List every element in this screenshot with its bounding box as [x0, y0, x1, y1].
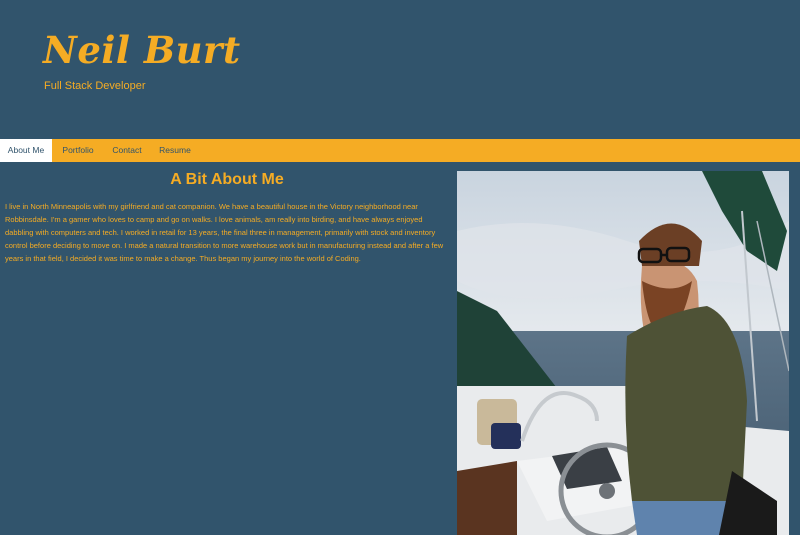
nav-resume[interactable]: Resume — [155, 139, 195, 162]
nav-portfolio[interactable]: Portfolio — [56, 139, 100, 162]
site-subtitle: Full Stack Developer — [44, 80, 146, 92]
about-text: I live in North Minneapolis with my girl… — [5, 202, 444, 263]
site-header: Neil Burt Full Stack Developer — [0, 0, 800, 139]
profile-photo-illustration — [457, 171, 789, 535]
nav-about-me[interactable]: About Me — [0, 139, 52, 162]
nav-contact[interactable]: Contact — [108, 139, 146, 162]
profile-photo — [457, 171, 789, 535]
site-title: Neil Burt — [43, 28, 241, 72]
main-nav: About Me Portfolio Contact Resume — [0, 139, 800, 162]
about-heading: A Bit About Me — [170, 171, 284, 188]
